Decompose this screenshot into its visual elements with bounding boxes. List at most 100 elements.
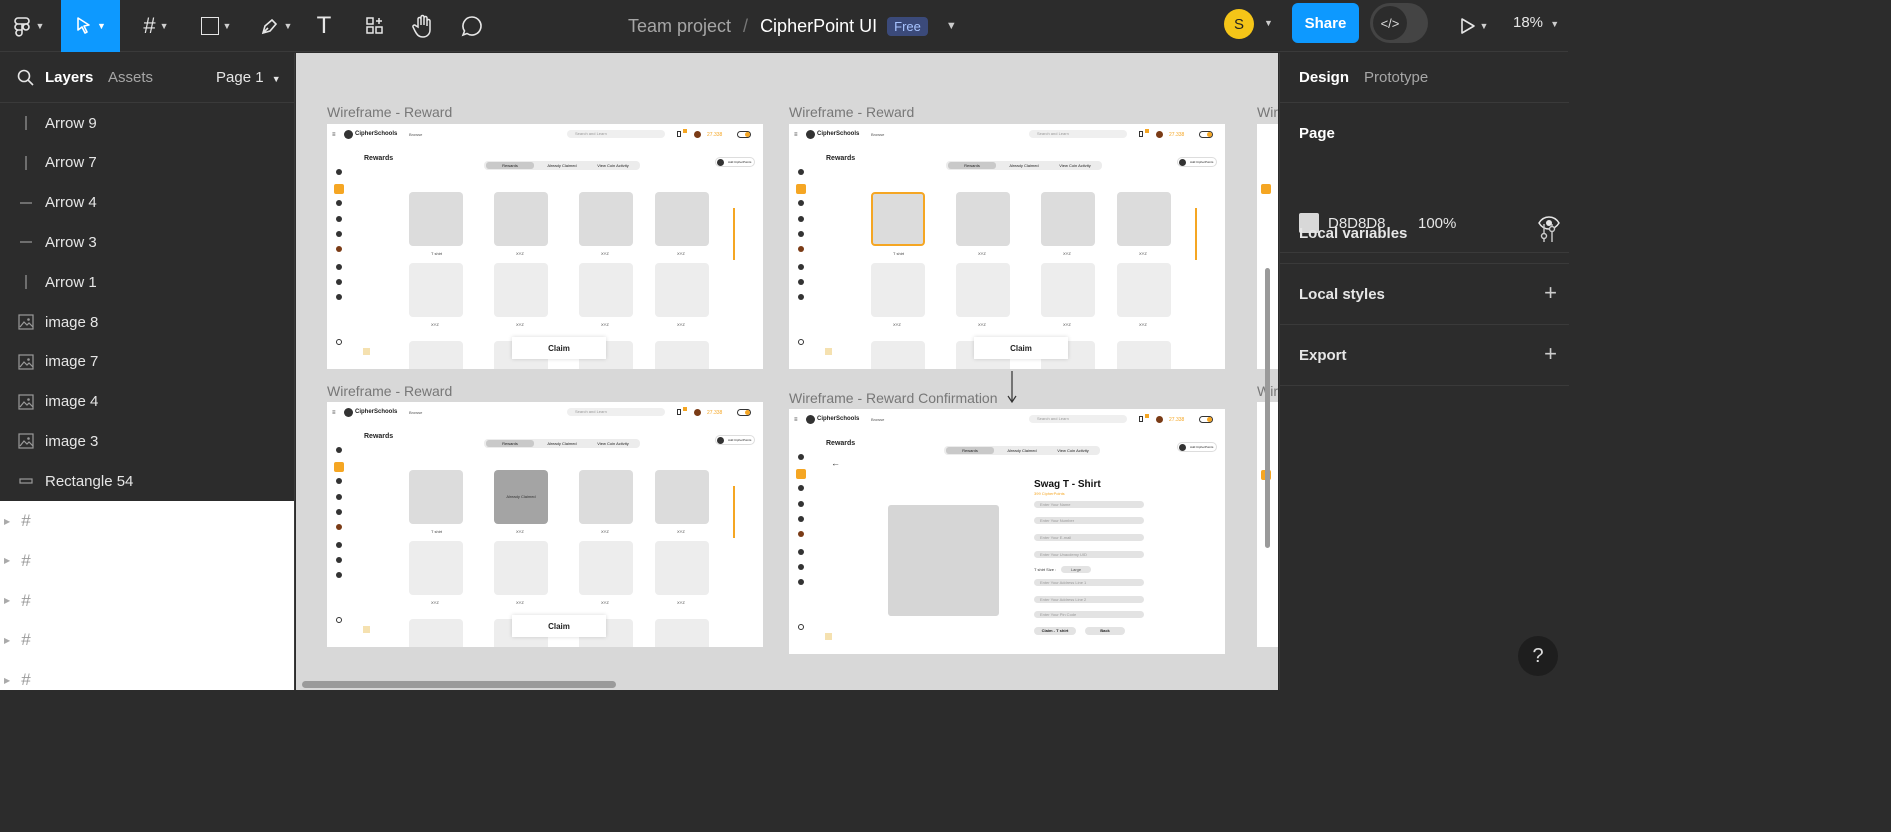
wireframe-reward-frame[interactable]: ≡ CipherSchools Browse Search and Learn 27.3… [327,124,763,369]
reward-card[interactable] [579,192,633,246]
layer-item[interactable]: ▶ # Mobile UI claim [0,540,294,581]
layer-item[interactable]: ▶ # Instagram story - 13 [0,660,294,690]
present-button[interactable]: ▼ [1452,0,1496,52]
address1-field[interactable]: Enter Your Address Line 1 [1034,579,1144,586]
local-styles-section[interactable]: Local styles + [1280,264,1569,325]
tab-prototype[interactable]: Prototype [1364,69,1428,86]
layer-item[interactable]: ▶ # Instagram story - 9 [0,620,294,661]
claim-button[interactable]: Claim [512,337,606,359]
reward-card[interactable] [871,341,925,369]
avatar[interactable]: S [1224,9,1254,39]
layer-item[interactable]: image 3 [0,421,294,461]
vertical-scrollbar[interactable] [1265,268,1270,548]
reward-card[interactable] [579,470,633,524]
layer-item[interactable]: Arrow 9 [0,103,294,143]
tab-view-coin-activity[interactable]: View Coin Activity [588,440,638,447]
pen-tool-button[interactable]: ▼ [252,0,300,52]
tab-already-claimed[interactable]: Already Claimed [998,447,1046,454]
reward-card[interactable] [409,263,463,317]
reward-card[interactable] [409,470,463,524]
help-button[interactable]: ? [1518,636,1558,676]
chevron-down-icon[interactable]: ▼ [1264,18,1273,28]
reward-card[interactable] [871,263,925,317]
frame-tool-button[interactable]: # ▼ [132,0,180,52]
tab-already-claimed[interactable]: Already Claimed [538,162,586,169]
layer-item[interactable]: image 7 [0,342,294,382]
reward-card[interactable] [494,192,548,246]
reward-card[interactable] [1117,192,1171,246]
layer-item[interactable]: Arrow 7 [0,143,294,183]
page-selector[interactable]: Page 1 ▼ [216,69,281,86]
reward-card[interactable] [409,341,463,369]
tab-rewards[interactable]: Rewards [486,162,534,169]
tab-view-coin-activity[interactable]: View Coin Activity [1048,447,1098,454]
frame-label[interactable]: Wireframe - Reward [327,383,452,399]
reward-card[interactable] [956,263,1010,317]
tab-view-coin-activity[interactable]: View Coin Activity [1050,162,1100,169]
reward-card[interactable] [494,541,548,595]
zoom-level[interactable]: 18% ▼ [1513,14,1559,31]
reward-card[interactable]: Already Claimed [494,470,548,524]
reward-card[interactable] [1041,263,1095,317]
expand-arrow-icon[interactable]: ▶ [4,596,10,605]
tab-rewards[interactable]: Rewards [948,162,996,169]
expand-arrow-icon[interactable]: ▶ [4,636,10,645]
tab-assets[interactable]: Assets [108,69,153,86]
frame-label[interactable]: Wir [1257,104,1278,120]
layer-item[interactable]: Rectangle 54 [0,461,294,501]
tab-view-coin-activity[interactable]: View Coin Activity [588,162,638,169]
file-title[interactable]: Team project / CipherPoint UI Free ▼ [628,13,957,39]
canvas[interactable]: Wireframe - Reward ≡ CipherSchools Browse S… [296,53,1278,690]
tab-design[interactable]: Design [1299,69,1349,86]
reward-card[interactable] [579,541,633,595]
move-tool-button[interactable]: ▼ [61,0,120,52]
frame-label[interactable]: Wireframe - Reward [789,104,914,120]
reward-card[interactable] [655,541,709,595]
reward-card[interactable] [1041,192,1095,246]
wireframe-reward-frame[interactable]: ≡ CipherSchools Browse Search and Learn 27.3… [327,402,763,647]
hand-tool-button[interactable] [408,0,438,52]
email-field[interactable]: Enter Your E-mail [1034,534,1144,541]
add-export-icon[interactable]: + [1544,341,1557,367]
text-tool-button[interactable]: T [310,0,338,52]
expand-arrow-icon[interactable]: ▶ [4,676,10,685]
layer-item[interactable]: Arrow 1 [0,262,294,302]
export-section[interactable]: Export + [1280,325,1569,386]
layer-item[interactable]: Arrow 4 [0,183,294,223]
sliders-icon[interactable] [1540,223,1556,243]
tab-already-claimed[interactable]: Already Claimed [538,440,586,447]
reward-card[interactable] [409,541,463,595]
reward-card[interactable] [579,263,633,317]
horizontal-scrollbar[interactable] [302,681,616,688]
reward-card[interactable] [655,341,709,369]
reward-card[interactable] [494,263,548,317]
expand-arrow-icon[interactable]: ▶ [4,517,10,526]
pin-field[interactable]: Enter Your Pin Code [1034,611,1144,618]
number-field[interactable]: Enter Your Number [1034,517,1144,524]
claim-button[interactable]: Claim [974,337,1068,359]
chevron-down-icon[interactable]: ▼ [946,20,957,32]
reward-card[interactable] [655,619,709,647]
reward-card[interactable] [1117,263,1171,317]
shape-tool-button[interactable]: ▼ [192,0,240,52]
tab-layers[interactable]: Layers [45,69,93,86]
file-name[interactable]: CipherPoint UI [760,16,877,37]
reward-card[interactable] [1117,341,1171,369]
reward-card[interactable] [655,470,709,524]
share-button[interactable]: Share [1292,3,1359,43]
back-button[interactable]: Back [1085,627,1125,635]
wireframe-reward-confirmation-frame[interactable]: ≡ CipherSchools Browse Search and Learn 27.3… [789,409,1225,654]
tab-already-claimed[interactable]: Already Claimed [1000,162,1048,169]
wireframe-reward-frame[interactable]: ≡ CipherSchools Browse Search and Learn 27.3… [789,124,1225,369]
local-variables-section[interactable]: Local variables [1280,203,1569,264]
uid-field[interactable]: Enter Your Unacdemy UID [1034,551,1144,558]
search-icon[interactable] [17,69,34,86]
reward-card[interactable] [655,192,709,246]
add-style-icon[interactable]: + [1544,280,1557,306]
main-menu-button[interactable]: ▼ [0,0,56,52]
claim-tshirt-button[interactable]: Claim - T shirt [1034,627,1076,635]
reward-card[interactable] [409,619,463,647]
expand-arrow-icon[interactable]: ▶ [4,556,10,565]
layer-item[interactable]: image 8 [0,302,294,342]
layer-item[interactable]: ▶ # Mobile UI claim [0,580,294,621]
